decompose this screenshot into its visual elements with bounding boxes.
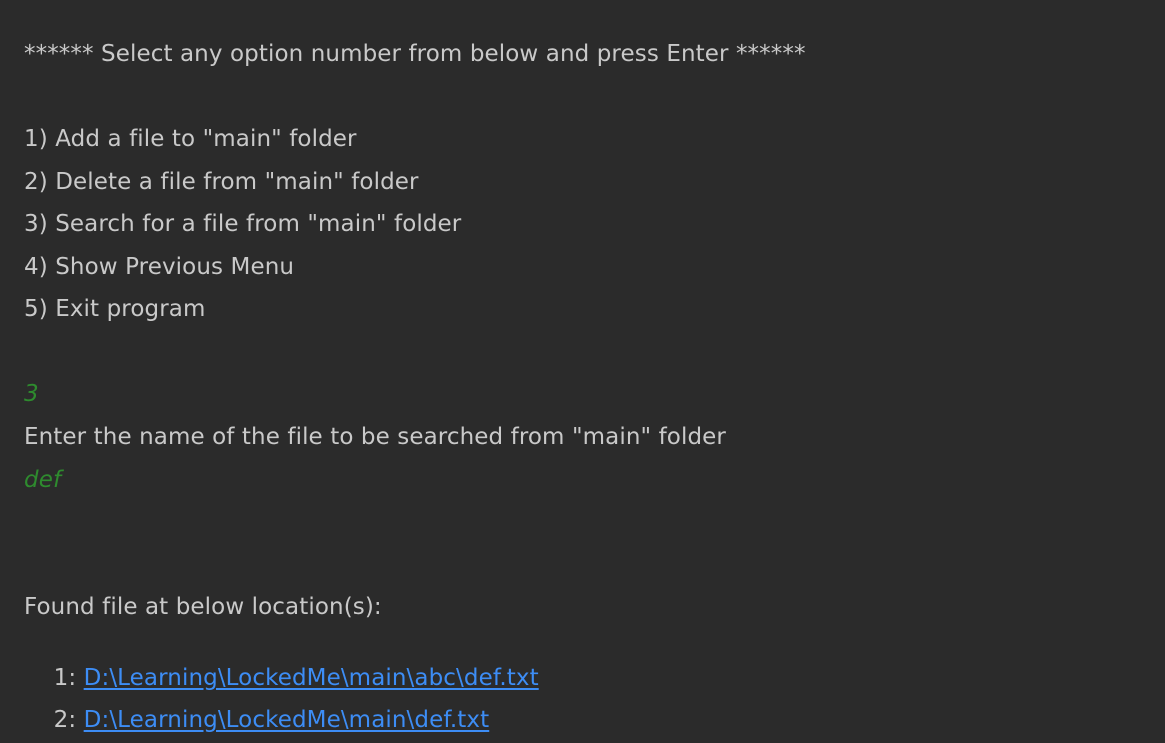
- menu-option-add-file: 1) Add a file to "main" folder: [24, 126, 357, 152]
- console-output: ****** Select any option number from bel…: [0, 0, 1165, 743]
- menu-option-search-file: 3) Search for a file from "main" folder: [24, 211, 462, 237]
- result-path-link-2[interactable]: D:\Learning\LockedMe\main\def.txt: [84, 707, 490, 733]
- menu-option-delete-file: 2) Delete a file from "main" folder: [24, 169, 419, 195]
- user-choice-input: 3: [24, 381, 39, 407]
- menu-header: ****** Select any option number from bel…: [24, 41, 806, 67]
- menu-option-exit: 5) Exit program: [24, 296, 206, 322]
- filename-prompt: Enter the name of the file to be searche…: [24, 424, 726, 450]
- result-index-2: 2:: [53, 707, 84, 733]
- result-heading: Found file at below location(s):: [24, 594, 382, 620]
- user-filename-input: def: [24, 467, 62, 493]
- menu-option-previous-menu: 4) Show Previous Menu: [24, 254, 295, 280]
- result-line-2: 2: D:\Learning\LockedMe\main\def.txt: [24, 678, 489, 743]
